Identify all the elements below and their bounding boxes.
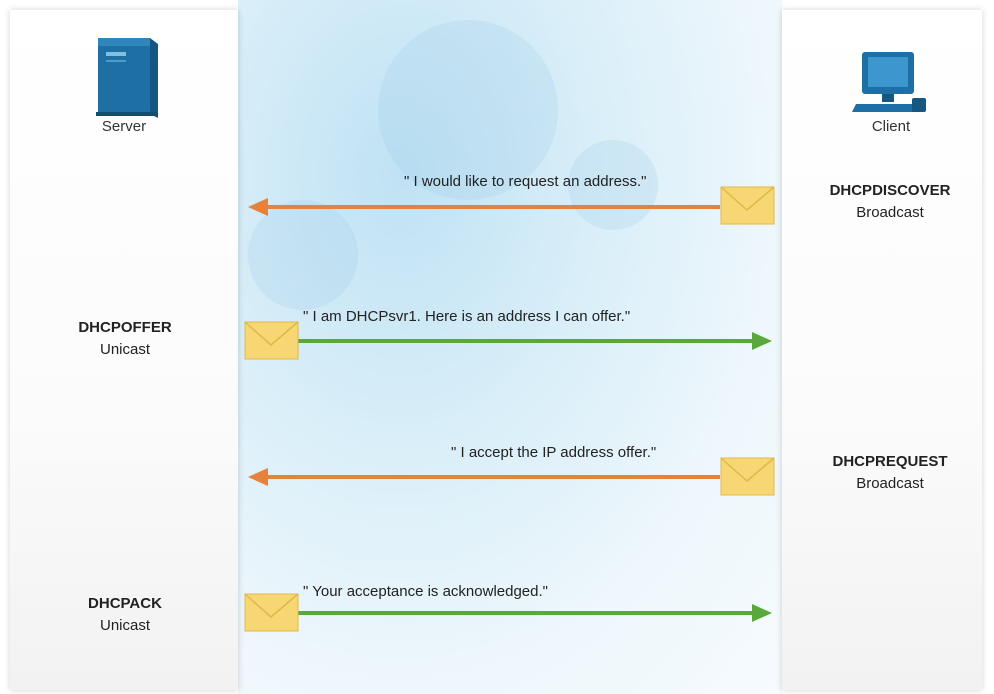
msg-type-mode: Unicast (99, 617, 151, 634)
envelope-icon (720, 186, 775, 225)
message-quote: " I would like to request an address." (404, 173, 647, 190)
message-quote: " I am DHCPsvr1. Here is an address I ca… (303, 308, 631, 325)
message-arrow (298, 604, 772, 622)
msg-type-offer: DHCPOFFER Unicast (40, 317, 210, 361)
envelope-icon (244, 321, 299, 360)
message-arrow (298, 332, 772, 350)
msg-type-name: DHCPOFFER (78, 319, 172, 336)
msg-type-request: DHCPREQUEST Broadcast (800, 451, 980, 495)
message-arrow (248, 468, 720, 486)
client-label: Client (871, 118, 911, 135)
message-arrow (248, 198, 720, 216)
server-tower-icon (96, 38, 158, 118)
msg-type-name: DHCPACK (88, 595, 162, 612)
msg-type-name: DHCPDISCOVER (829, 182, 951, 199)
server-label: Server (101, 118, 147, 135)
envelope-icon (244, 593, 299, 632)
msg-type-mode: Broadcast (856, 204, 924, 221)
msg-type-discover: DHCPDISCOVER Broadcast (800, 180, 980, 224)
desktop-computer-icon (852, 52, 926, 112)
message-quote: " Your acceptance is acknowledged." (303, 583, 548, 600)
dhcp-diagram: Server Client DHCPDISCOVER Broadcast DHC… (0, 0, 994, 694)
envelope-icon (720, 457, 775, 496)
msg-type-ack: DHCPACK Unicast (40, 593, 210, 637)
msg-type-mode: Broadcast (856, 475, 924, 492)
msg-type-mode: Unicast (99, 341, 151, 358)
msg-type-name: DHCPREQUEST (832, 453, 948, 470)
message-quote: " I accept the IP address offer." (451, 444, 657, 461)
